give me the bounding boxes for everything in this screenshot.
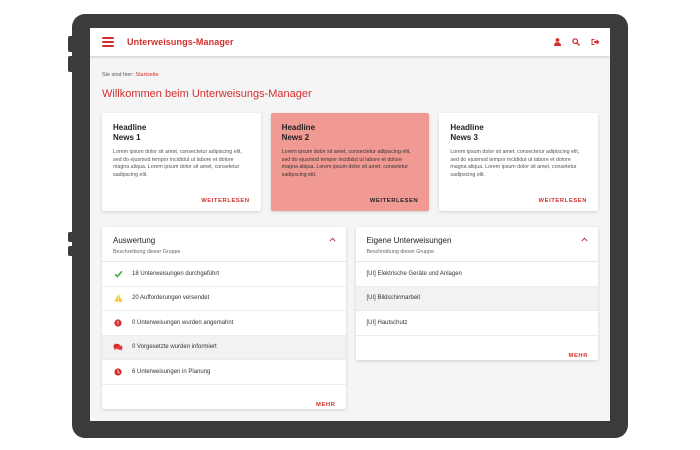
search-icon[interactable] — [572, 38, 580, 46]
alert-circle-icon — [113, 318, 123, 328]
list-item-text: 0 Unterweisungen wurden angemahnt — [132, 319, 234, 326]
tablet-side-button — [68, 246, 72, 256]
list-item[interactable]: 20 Aufforderungen versendet — [102, 287, 346, 311]
chevron-up-icon[interactable] — [328, 237, 336, 244]
check-icon — [113, 269, 123, 279]
list-item[interactable]: 18 Unterweisungen durchgeführt — [102, 262, 346, 287]
list-item[interactable]: [UI] Hautschutz — [355, 311, 598, 336]
news-row: Headline News 1 Lorem ipsum dolor sit ame… — [102, 113, 599, 211]
tablet-volume-button — [68, 56, 72, 72]
news-card-2[interactable]: Headline News 2 Lorem ipsum dolor sit ame… — [270, 113, 430, 211]
news-card-1[interactable]: Headline News 1 Lorem ipsum dolor sit ame… — [102, 113, 261, 211]
news-text: Lorem ipsum dolor sit amet, consectetur … — [113, 149, 242, 178]
chat-bubbles-icon — [113, 342, 123, 352]
logout-icon[interactable] — [591, 38, 600, 46]
news-title: Headline News 3 — [450, 123, 587, 143]
breadcrumb: Sie sind hier: Startseite — [102, 72, 598, 78]
hamburger-menu-icon[interactable] — [102, 37, 114, 47]
news-title-line1: Headline — [281, 123, 316, 132]
panel-title: Eigene Unterweisungen — [366, 236, 452, 245]
news-title-line1: Headline — [113, 123, 147, 132]
clock-icon — [113, 367, 123, 377]
panel-subtitle: Beschreibung dieser Gruppe — [366, 249, 434, 255]
list-item-text: [UI] Hautschutz — [366, 319, 408, 326]
app-screen: Unterweisungs-Manager Sie sind hier: Sta… — [90, 28, 610, 421]
own-trainings-panel: Eigene Unterweisungen Beschreibung diese… — [355, 227, 598, 360]
app-title: Unterweisungs-Manager — [127, 37, 234, 47]
breadcrumb-prefix: Sie sind hier: — [102, 72, 134, 78]
read-more-link[interactable]: WEITERLESEN — [201, 198, 249, 204]
news-card-3[interactable]: Headline News 3 Lorem ipsum dolor sit ame… — [439, 113, 599, 211]
user-icon[interactable] — [554, 38, 561, 46]
tablet-side-button — [68, 232, 72, 242]
panel-subtitle: Beschreibung dieser Gruppe — [113, 249, 181, 255]
read-more-link[interactable]: WEITERLESEN — [539, 198, 587, 204]
breadcrumb-link-startseite[interactable]: Startseite — [135, 72, 158, 78]
list-item[interactable]: 0 Unterweisungen wurden angemahnt — [102, 311, 346, 336]
panel-title: Auswertung — [113, 236, 156, 245]
chevron-up-icon[interactable] — [581, 237, 588, 244]
evaluation-panel: Auswertung Beschreibung dieser Gruppe 18… — [102, 227, 346, 409]
warning-icon — [113, 293, 123, 303]
news-title-line1: Headline — [450, 123, 484, 132]
list-item-text: [UI] Elektrische Geräte und Anlagen — [366, 270, 462, 277]
list-item[interactable]: 6 Unterweisungen in Planung — [102, 360, 346, 385]
list-item[interactable]: [UI] Bildschirmarbeit — [355, 286, 598, 311]
page-title: Willkommen beim Unterweisungs-Manager — [102, 88, 312, 100]
news-text: Lorem ipsum dolor sit amet, consectetur … — [281, 149, 411, 178]
news-title-line2: News 1 — [113, 133, 141, 142]
read-more-link[interactable]: WEITERLESEN — [370, 198, 418, 204]
list-item-text: 18 Unterweisungen durchgeführt — [132, 270, 220, 277]
news-title: Headline News 1 — [113, 123, 250, 143]
app-bar: Unterweisungs-Manager — [90, 28, 610, 56]
list-item[interactable]: 0 Vorgesetzte wurden informiert — [102, 335, 346, 360]
list-item-text: [UI] Bildschirmarbeit — [366, 295, 421, 302]
news-text: Lorem ipsum dolor sit amet, consectetur … — [450, 149, 580, 178]
more-link[interactable]: MEHR — [569, 353, 588, 359]
more-link[interactable]: MEHR — [316, 402, 335, 408]
list-item-text: 6 Unterweisungen in Planung — [132, 368, 211, 375]
news-title-line2: News 3 — [450, 133, 478, 142]
news-title-line2: News 2 — [281, 133, 310, 142]
list-item[interactable]: [UI] Elektrische Geräte und Anlagen — [355, 262, 598, 287]
tablet-volume-button — [68, 36, 72, 52]
news-title: Headline News 2 — [282, 123, 419, 143]
list-item-text: 0 Vorgesetzte wurden informiert — [132, 344, 217, 351]
list-item-text: 20 Aufforderungen versendet — [132, 295, 210, 302]
